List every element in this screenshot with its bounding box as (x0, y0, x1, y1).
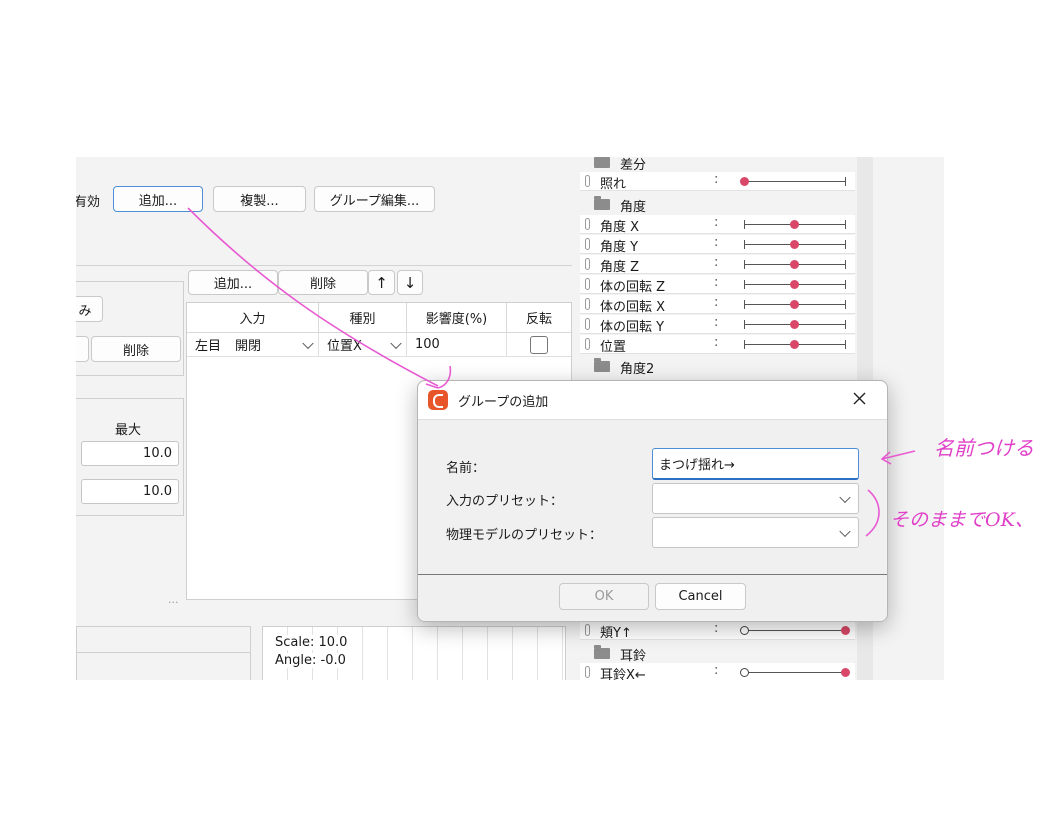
annotation-note-2: そのままでOK、 (890, 509, 1034, 531)
annotation-note-1: 名前つける (934, 436, 1034, 460)
annotation-layer (187, 207, 916, 537)
